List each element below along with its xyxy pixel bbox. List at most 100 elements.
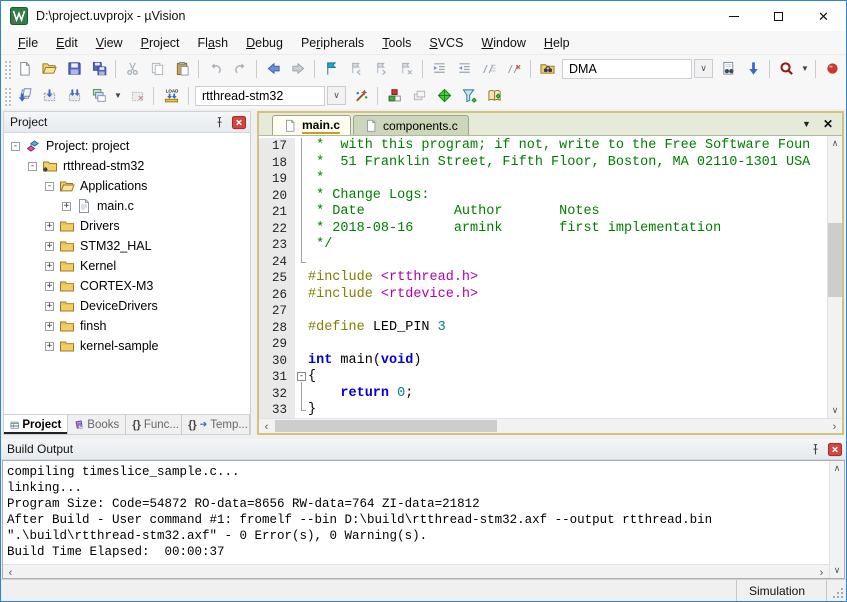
collapse-icon[interactable]: - xyxy=(28,162,37,171)
panel-tab-temp[interactable]: {}➜Temp... xyxy=(182,415,250,434)
toggle-bookmark-button[interactable] xyxy=(319,57,343,81)
maximize-button[interactable] xyxy=(756,1,801,31)
manage-project-items-button[interactable] xyxy=(382,84,406,108)
navigate-back-button[interactable] xyxy=(261,57,285,81)
tree-item-kernel[interactable]: +Kernel xyxy=(4,256,250,276)
uncomment-selection-button[interactable]: // xyxy=(502,57,526,81)
tree-item-drivers[interactable]: +Drivers xyxy=(4,216,250,236)
panel-tab-books[interactable]: Books xyxy=(68,415,126,434)
undo-button[interactable] xyxy=(203,57,227,81)
code-line-29[interactable]: 29 xyxy=(259,336,827,353)
build-output-log[interactable]: compiling timeslice_sample.c...linking..… xyxy=(3,461,829,564)
build-output-vertical-scrollbar[interactable]: ∧ ∨ xyxy=(829,461,844,578)
find-in-documents-button[interactable] xyxy=(716,57,740,81)
translate-file-button[interactable] xyxy=(12,84,36,108)
scroll-down-icon[interactable]: ∨ xyxy=(830,563,844,578)
menu-project[interactable]: Project xyxy=(132,33,189,53)
menu-debug[interactable]: Debug xyxy=(237,33,292,53)
build-button[interactable] xyxy=(37,84,61,108)
menu-tools[interactable]: Tools xyxy=(373,33,420,53)
code-line-22[interactable]: 22 * 2018-08-16 armink first implementat… xyxy=(259,221,827,238)
code-line-25[interactable]: 25#include <rtthread.h> xyxy=(259,270,827,287)
toolbar-grip[interactable] xyxy=(3,86,11,106)
comment-selection-button[interactable]: // xyxy=(477,57,501,81)
editor-tab-components-c[interactable]: components.c xyxy=(353,115,469,135)
expand-icon[interactable]: + xyxy=(45,302,54,311)
tree-item-devicedrivers[interactable]: +DeviceDrivers xyxy=(4,296,250,316)
tree-item-applications[interactable]: -Applications xyxy=(4,176,250,196)
expand-icon[interactable]: + xyxy=(45,262,54,271)
new-file-button[interactable] xyxy=(12,57,36,81)
code-line-23[interactable]: 23 */ xyxy=(259,237,827,254)
quick-search-dropdown-icon[interactable]: ▼ xyxy=(799,57,811,81)
tab-list-dropdown-icon[interactable]: ▼ xyxy=(802,119,811,129)
menu-help[interactable]: Help xyxy=(535,33,579,53)
target-options-button[interactable] xyxy=(349,84,373,108)
insert-remove-breakpoint-button[interactable] xyxy=(820,57,844,81)
panel-tab-project[interactable]: Project xyxy=(4,415,68,434)
search-combo-dropdown-icon[interactable]: ∨ xyxy=(694,59,713,78)
scroll-down-icon[interactable]: ∨ xyxy=(828,403,842,418)
outdent-button[interactable] xyxy=(452,57,476,81)
menu-file[interactable]: File xyxy=(9,33,47,53)
tree-item-kernel-sample[interactable]: +kernel-sample xyxy=(4,336,250,356)
scroll-left-icon[interactable]: ‹ xyxy=(259,419,274,434)
manage-run-time-environment-button[interactable] xyxy=(432,84,456,108)
rebuild-all-button[interactable] xyxy=(62,84,86,108)
clear-bookmarks-button[interactable] xyxy=(394,57,418,81)
build-output-close-button[interactable] xyxy=(827,442,843,457)
tree-item-project-project[interactable]: -Project: project xyxy=(4,136,250,156)
find-in-files-button[interactable] xyxy=(535,57,559,81)
code-line-19[interactable]: 19 * xyxy=(259,171,827,188)
tree-item-cortex-m3[interactable]: +CORTEX-M3 xyxy=(4,276,250,296)
previous-bookmark-button[interactable] xyxy=(344,57,368,81)
scroll-left-icon[interactable]: ‹ xyxy=(3,565,18,580)
code-line-17[interactable]: 17 * with this program; if not, write to… xyxy=(259,138,827,155)
expand-icon[interactable]: + xyxy=(45,322,54,331)
pin-button[interactable] xyxy=(211,114,227,130)
expand-icon[interactable]: + xyxy=(45,242,54,251)
tree-item-stm32-hal[interactable]: +STM32_HAL xyxy=(4,236,250,256)
build-output-horizontal-scrollbar[interactable]: ‹ › xyxy=(3,564,829,578)
code-line-31[interactable]: 31-{ xyxy=(259,369,827,386)
cut-button[interactable] xyxy=(120,57,144,81)
menu-peripherals[interactable]: Peripherals xyxy=(292,33,373,53)
code-line-21[interactable]: 21 * Date Author Notes xyxy=(259,204,827,221)
editor-horizontal-scrollbar[interactable]: ‹ › xyxy=(259,418,842,433)
toolbar-grip[interactable] xyxy=(3,59,11,79)
code-line-26[interactable]: 26#include <rtdevice.h> xyxy=(259,287,827,304)
expand-icon[interactable]: + xyxy=(45,342,54,351)
menu-view[interactable]: View xyxy=(87,33,132,53)
paste-button[interactable] xyxy=(170,57,194,81)
redo-button[interactable] xyxy=(228,57,252,81)
pin-button[interactable] xyxy=(807,441,823,457)
scroll-right-icon[interactable]: › xyxy=(827,419,842,434)
target-combo-value[interactable]: rtthread-stm32 xyxy=(195,86,325,106)
download-button[interactable]: LOAD xyxy=(158,84,184,108)
code-line-18[interactable]: 18 * 51 Franklin Street, Fifth Floor, Bo… xyxy=(259,155,827,172)
scroll-right-icon[interactable]: › xyxy=(814,565,829,580)
scroll-up-icon[interactable]: ∧ xyxy=(828,136,842,151)
tree-item-finsh[interactable]: +finsh xyxy=(4,316,250,336)
close-document-icon[interactable]: ✕ xyxy=(823,117,833,131)
save-button[interactable] xyxy=(62,57,86,81)
code-line-33[interactable]: 33} xyxy=(259,402,827,418)
menu-flash[interactable]: Flash xyxy=(189,33,238,53)
menu-edit[interactable]: Edit xyxy=(47,33,87,53)
panel-tab-func[interactable]: {}Func... xyxy=(126,415,182,434)
expand-icon[interactable]: + xyxy=(45,222,54,231)
quick-search-button[interactable] xyxy=(774,57,798,81)
expand-icon[interactable]: + xyxy=(62,202,71,211)
target-combo-dropdown-icon[interactable]: ∨ xyxy=(327,86,346,105)
tree-item-main-c[interactable]: +main.c xyxy=(4,196,250,216)
incremental-find-button[interactable] xyxy=(741,57,765,81)
next-bookmark-button[interactable] xyxy=(369,57,393,81)
fold-margin[interactable]: - xyxy=(295,369,308,386)
project-panel-close-button[interactable] xyxy=(231,115,247,130)
menu-window[interactable]: Window xyxy=(472,33,534,53)
select-software-packs-button[interactable] xyxy=(457,84,481,108)
indent-button[interactable] xyxy=(427,57,451,81)
code-line-24[interactable]: 24 xyxy=(259,254,827,271)
pack-installer-button[interactable] xyxy=(482,84,506,108)
open-file-button[interactable] xyxy=(37,57,61,81)
